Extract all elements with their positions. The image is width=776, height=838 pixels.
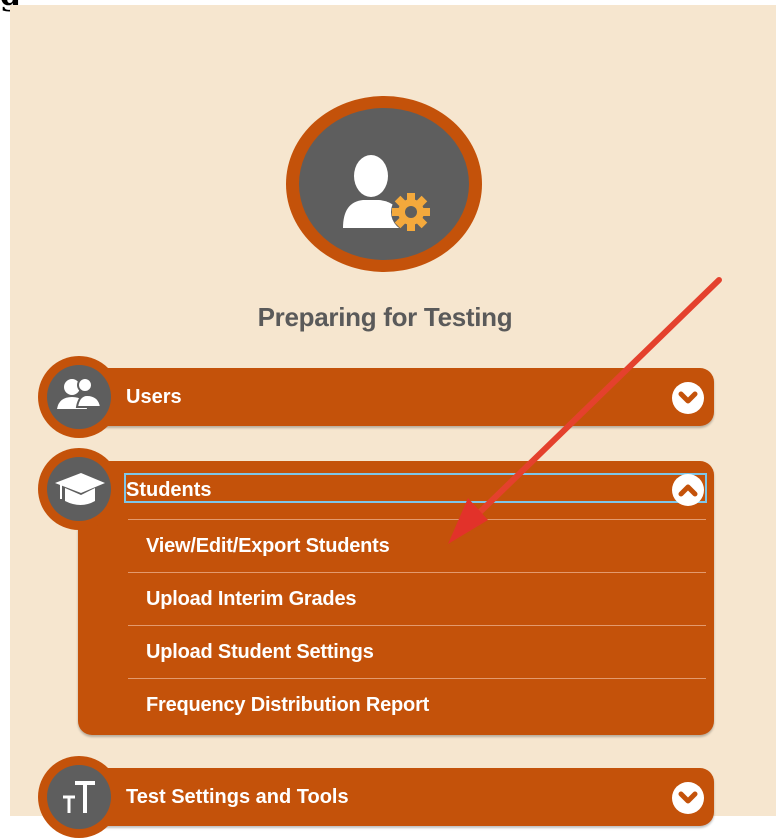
annotation-arrow xyxy=(448,277,722,544)
